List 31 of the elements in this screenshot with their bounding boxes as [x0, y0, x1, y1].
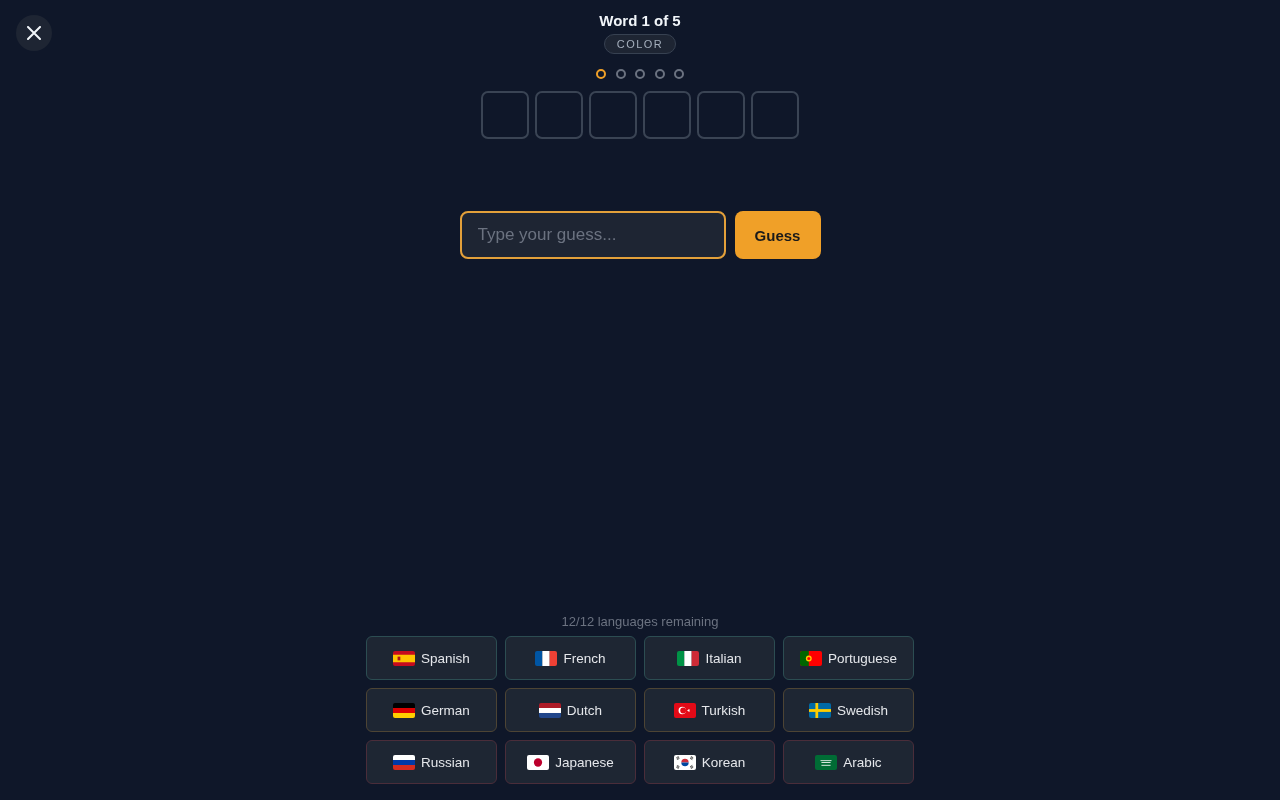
word-counter: Word 1 of 5 [599, 12, 681, 29]
language-button[interactable]: German [366, 688, 497, 732]
language-button[interactable]: French [505, 636, 636, 680]
close-button[interactable] [16, 15, 52, 51]
france-flag-icon [535, 650, 558, 666]
russia-flag-icon [393, 754, 416, 770]
language-button[interactable]: Russian [366, 740, 497, 784]
languages-remaining-text: 12/12 languages remaining [561, 614, 719, 629]
guess-input[interactable]: Type your guess... [459, 211, 726, 259]
guess-button[interactable]: Guess [734, 211, 821, 259]
language-button[interactable]: Korean [644, 740, 775, 784]
language-button[interactable]: Turkish [644, 688, 775, 732]
japan-flag-icon [527, 754, 550, 770]
language-button[interactable]: Portuguese [783, 636, 914, 680]
korea-flag-icon [673, 754, 696, 770]
sweden-flag-icon [809, 702, 831, 718]
language-button[interactable]: Italian [644, 636, 775, 680]
language-button[interactable]: Arabic [783, 740, 914, 784]
netherlands-flag-icon [538, 702, 561, 718]
turkey-flag-icon [673, 702, 696, 718]
language-button[interactable]: Spanish [366, 636, 497, 680]
saudi-flag-icon [815, 754, 838, 770]
germany-flag-icon [393, 702, 416, 718]
language-button[interactable]: Swedish [783, 688, 914, 732]
spain-flag-icon [393, 650, 416, 666]
close-icon [27, 26, 41, 40]
language-button[interactable]: Japanese [505, 740, 636, 784]
category-badge: COLOR [603, 34, 677, 54]
italy-flag-icon [677, 650, 700, 666]
portugal-flag-icon [799, 650, 822, 666]
language-button[interactable]: Dutch [505, 688, 636, 732]
